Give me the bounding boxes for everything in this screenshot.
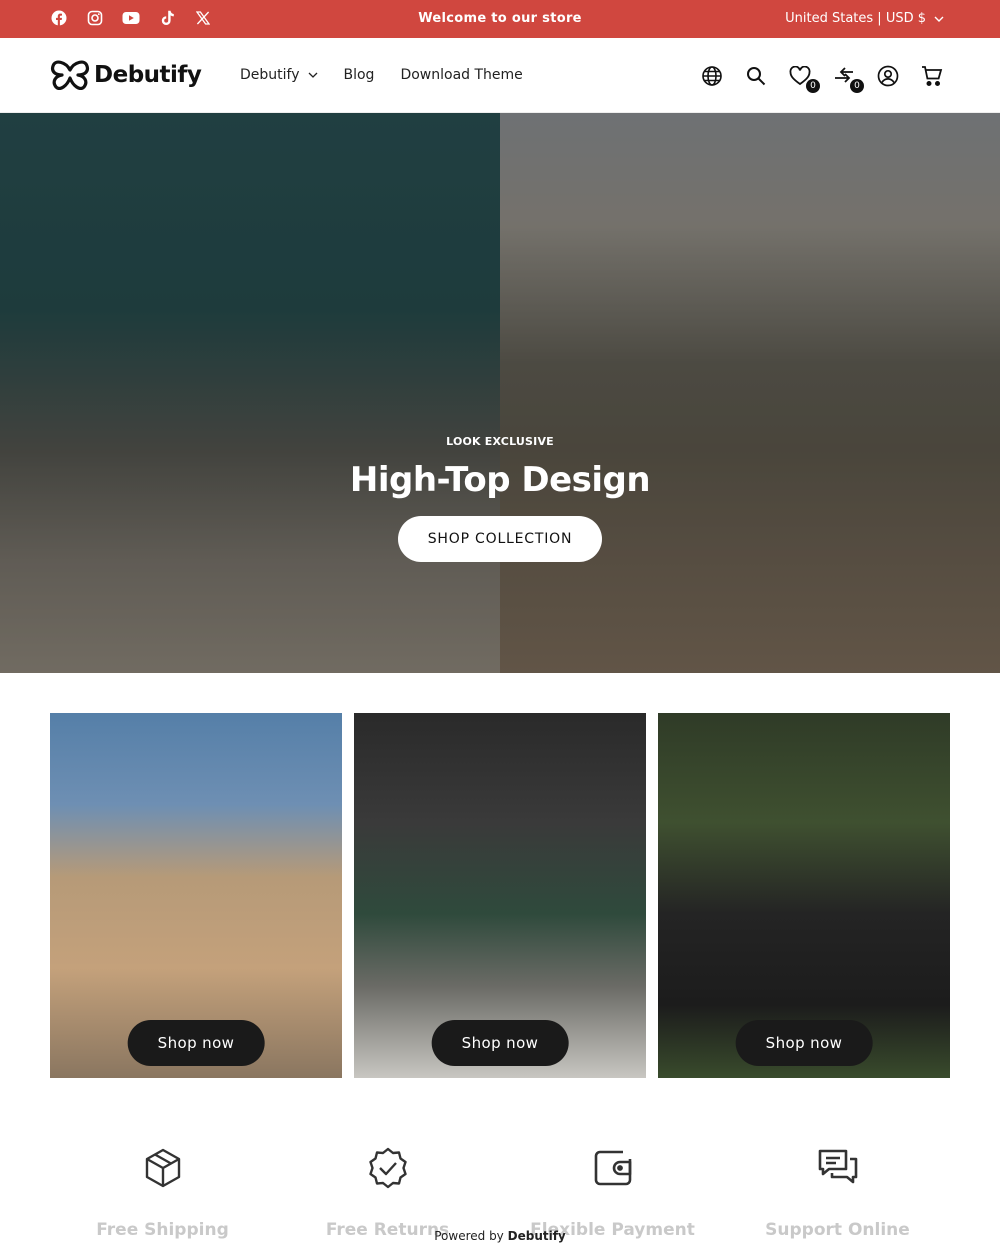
feature-list: Free Shipping Free Returns Flexible Paym… xyxy=(50,1146,950,1240)
nav-item-label: Blog xyxy=(343,67,375,83)
powered-by-brand[interactable]: Debutify xyxy=(508,1229,566,1243)
compare-icon[interactable]: 0 xyxy=(832,64,864,93)
shop-now-button[interactable]: Shop now xyxy=(735,1020,873,1066)
nav-item-blog[interactable]: Blog xyxy=(344,67,375,83)
collection-grid: Shop now Shop now Shop now xyxy=(50,713,950,1078)
powered-by-prefix: Powered by xyxy=(434,1229,504,1243)
feature-item: Flexible Payment xyxy=(500,1146,725,1240)
chevron-down-icon xyxy=(934,16,944,22)
account-icon[interactable] xyxy=(876,64,900,88)
verified-badge-icon xyxy=(366,1146,410,1190)
compare-count-badge: 0 xyxy=(850,79,864,93)
collection-card[interactable]: Shop now xyxy=(354,713,646,1078)
hero-content: LOOK EXCLUSIVE High-Top Design SHOP COLL… xyxy=(0,435,1000,562)
locale-label: United States | USD $ xyxy=(785,11,926,26)
collection-card[interactable]: Shop now xyxy=(658,713,950,1078)
announcement-bar: Welcome to our store United States | USD… xyxy=(0,0,1000,38)
nav-item-label: Debutify xyxy=(240,67,300,83)
wishlist-count-badge: 0 xyxy=(806,79,820,93)
hero-overlay xyxy=(0,113,1000,673)
chevron-down-icon xyxy=(308,72,317,78)
box-icon xyxy=(141,1146,185,1190)
header-icons: 0 0 xyxy=(700,64,944,93)
butterfly-logo-icon xyxy=(50,60,90,90)
feature-item: Free Shipping xyxy=(50,1146,275,1240)
shop-collection-button[interactable]: SHOP COLLECTION xyxy=(397,516,603,562)
feature-item: Support Online xyxy=(725,1146,950,1240)
shop-now-button[interactable]: Shop now xyxy=(431,1020,569,1066)
feature-item: Free Returns xyxy=(275,1146,500,1240)
wishlist-icon[interactable]: 0 xyxy=(788,64,820,93)
site-header: Debutify Debutify Blog Download Theme 0 … xyxy=(0,38,1000,113)
nav-item-debutify[interactable]: Debutify xyxy=(240,67,318,83)
hero-eyebrow: LOOK EXCLUSIVE xyxy=(446,435,554,448)
locale-selector[interactable]: United States | USD $ xyxy=(785,11,944,26)
shop-now-button[interactable]: Shop now xyxy=(127,1020,265,1066)
search-icon[interactable] xyxy=(744,64,768,88)
main-nav: Debutify Blog Download Theme xyxy=(240,67,523,83)
nav-item-download-theme[interactable]: Download Theme xyxy=(400,67,522,83)
nav-item-label: Download Theme xyxy=(400,67,523,83)
logo-text: Debutify xyxy=(94,62,202,88)
logo[interactable]: Debutify xyxy=(50,60,202,90)
wallet-icon xyxy=(591,1146,635,1190)
hero-banner: LOOK EXCLUSIVE High-Top Design SHOP COLL… xyxy=(0,113,1000,673)
chat-icon xyxy=(816,1146,860,1190)
globe-icon[interactable] xyxy=(700,64,724,88)
hero-title: High-Top Design xyxy=(349,460,651,500)
powered-by: Powered by Debutify xyxy=(0,1229,1000,1243)
collection-card[interactable]: Shop now xyxy=(50,713,342,1078)
cart-icon[interactable] xyxy=(920,64,944,88)
